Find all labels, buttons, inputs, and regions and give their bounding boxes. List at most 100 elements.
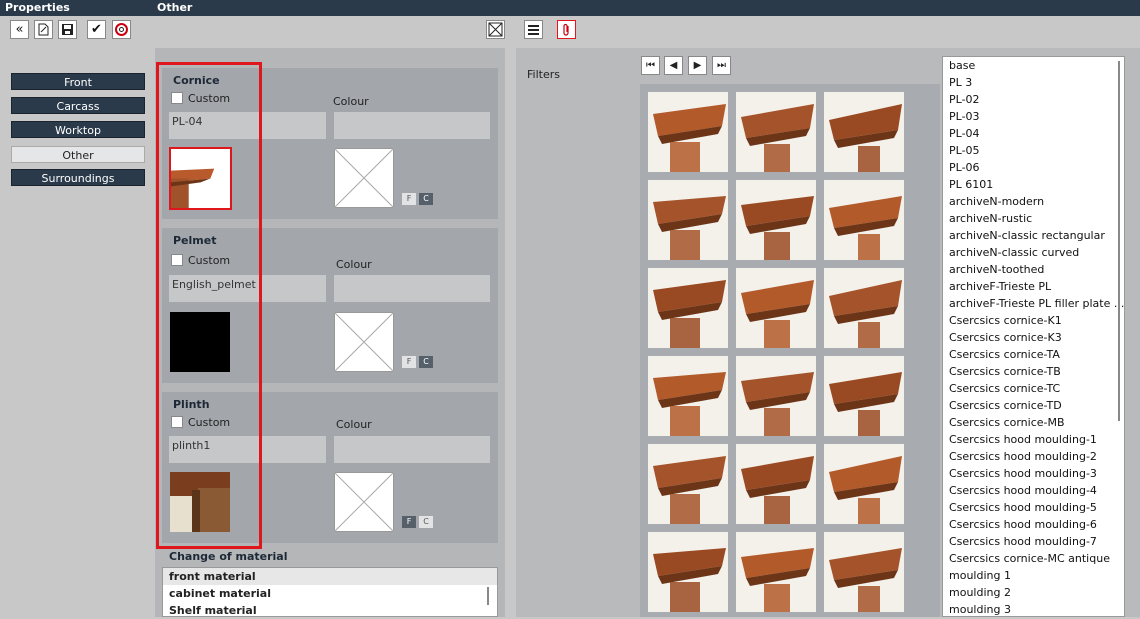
list-item[interactable]: Csercsics hood moulding-2	[943, 448, 1124, 465]
plinth-preview-thumbnail[interactable]	[170, 472, 230, 532]
back-icon[interactable]: «	[10, 20, 29, 39]
list-item[interactable]: archiveN-classic curved	[943, 244, 1124, 261]
gallery-tile[interactable]	[824, 532, 904, 612]
gallery-tile[interactable]	[824, 92, 904, 172]
cornice-colour-thumbnail[interactable]	[334, 148, 394, 208]
gallery-tile[interactable]	[736, 180, 816, 260]
gallery-tile[interactable]	[648, 444, 728, 524]
cornice-colour-field[interactable]	[334, 112, 490, 139]
filters-label: Filters	[527, 68, 560, 81]
cornice-custom-checkbox[interactable]	[171, 92, 183, 104]
edit-icon[interactable]	[34, 20, 53, 39]
pelmet-colour-thumbnail[interactable]	[334, 312, 394, 372]
name-list-scrollbar[interactable]	[1118, 61, 1120, 421]
material-item[interactable]: Shelf material	[163, 602, 497, 619]
nav-front-button[interactable]: Front	[11, 73, 145, 90]
gallery-tile[interactable]	[648, 356, 728, 436]
gallery-tile[interactable]	[736, 532, 816, 612]
nav-other-button[interactable]: Other	[11, 146, 145, 163]
plinth-group: Plinth Custom Colour plinth1 F C	[162, 392, 498, 543]
list-item[interactable]: Csercsics cornice-TA	[943, 346, 1124, 363]
list-item[interactable]: archiveF-Trieste PL filler plate ...	[943, 295, 1124, 312]
list-item[interactable]: PL-03	[943, 108, 1124, 125]
plinth-f-button[interactable]: F	[402, 516, 416, 528]
pelmet-custom-checkbox[interactable]	[171, 254, 183, 266]
list-item[interactable]: Csercsics cornice-MB	[943, 414, 1124, 431]
properties-title: Properties	[5, 1, 70, 14]
list-item[interactable]: Csercsics cornice-K3	[943, 329, 1124, 346]
next-page-icon[interactable]: ▶	[688, 56, 707, 75]
gallery-tile[interactable]	[648, 268, 728, 348]
close-box-icon[interactable]	[486, 20, 505, 39]
gallery-tile[interactable]	[736, 268, 816, 348]
list-item[interactable]: moulding 1	[943, 567, 1124, 584]
plinth-custom-checkbox[interactable]	[171, 416, 183, 428]
cornice-preview-thumbnail[interactable]	[169, 147, 232, 210]
pelmet-f-button[interactable]: F	[402, 356, 416, 368]
list-item[interactable]: Csercsics cornice-K1	[943, 312, 1124, 329]
list-item[interactable]: PL-05	[943, 142, 1124, 159]
list-item[interactable]: PL 6101	[943, 176, 1124, 193]
list-item[interactable]: Csercsics hood moulding-7	[943, 533, 1124, 550]
last-page-icon[interactable]: ⏭	[712, 56, 731, 75]
nav-surroundings-button[interactable]: Surroundings	[11, 169, 145, 186]
list-item[interactable]: Csercsics hood moulding-5	[943, 499, 1124, 516]
check-icon[interactable]: ✔	[87, 20, 106, 39]
nav-worktop-button[interactable]: Worktop	[11, 121, 145, 138]
list-item[interactable]: PL 3	[943, 74, 1124, 91]
help-icon[interactable]	[112, 20, 131, 39]
cornice-name-list: base PL 3 PL-02 PL-03 PL-04 PL-05 PL-06 PL 6101…	[942, 56, 1125, 617]
list-item[interactable]: base	[943, 57, 1124, 74]
list-item[interactable]: PL-02	[943, 91, 1124, 108]
list-item[interactable]: moulding 3	[943, 601, 1124, 616]
first-page-icon[interactable]: ⏮	[641, 56, 660, 75]
list-item[interactable]: archiveN-rustic	[943, 210, 1124, 227]
gallery-tile[interactable]	[648, 532, 728, 612]
list-item[interactable]: Csercsics cornice-TD	[943, 397, 1124, 414]
list-item[interactable]: Csercsics hood moulding-1	[943, 431, 1124, 448]
paperclip-icon[interactable]	[557, 20, 576, 39]
cornice-f-button[interactable]: F	[402, 193, 416, 205]
menu-icon[interactable]	[524, 20, 543, 39]
list-item[interactable]: archiveN-classic rectangular	[943, 227, 1124, 244]
plinth-c-button[interactable]: C	[419, 516, 433, 528]
gallery-tile[interactable]	[824, 268, 904, 348]
gallery-tile[interactable]	[824, 356, 904, 436]
list-item[interactable]: PL-04	[943, 125, 1124, 142]
list-item[interactable]: archiveN-modern	[943, 193, 1124, 210]
pelmet-c-button[interactable]: C	[419, 356, 433, 368]
list-item[interactable]: Csercsics cornice-TB	[943, 363, 1124, 380]
list-item[interactable]: archiveF-Trieste PL	[943, 278, 1124, 295]
cornice-c-button[interactable]: C	[419, 193, 433, 205]
list-item[interactable]: moulding 2	[943, 584, 1124, 601]
list-item[interactable]: archiveN-toothed	[943, 261, 1124, 278]
cornice-title: Cornice	[173, 74, 220, 87]
save-icon[interactable]	[58, 20, 77, 39]
material-item[interactable]: front material	[163, 568, 497, 585]
pelmet-colour-field[interactable]	[334, 275, 490, 302]
pelmet-material-field[interactable]: English_pelmet	[169, 275, 326, 302]
plinth-colour-thumbnail[interactable]	[334, 472, 394, 532]
list-item[interactable]: Csercsics cornice-TC	[943, 380, 1124, 397]
list-item[interactable]: Csercsics hood moulding-4	[943, 482, 1124, 499]
pelmet-preview-thumbnail[interactable]	[170, 312, 230, 372]
cornice-material-field[interactable]: PL-04	[169, 112, 326, 139]
gallery-tile[interactable]	[648, 92, 728, 172]
gallery-tile[interactable]	[824, 180, 904, 260]
list-item[interactable]: Csercsics cornice-MC antique	[943, 550, 1124, 567]
gallery-tile[interactable]	[736, 92, 816, 172]
list-item[interactable]: PL-06	[943, 159, 1124, 176]
list-item[interactable]: Csercsics hood moulding-3	[943, 465, 1124, 482]
material-item[interactable]: cabinet material	[163, 585, 497, 602]
plinth-material-field[interactable]: plinth1	[169, 436, 326, 463]
gallery-tile[interactable]	[736, 444, 816, 524]
plinth-colour-field[interactable]	[334, 436, 490, 463]
gallery-tile[interactable]	[824, 444, 904, 524]
prev-page-icon[interactable]: ◀	[664, 56, 683, 75]
gallery-tile[interactable]	[648, 180, 728, 260]
material-scrollbar[interactable]	[487, 587, 489, 605]
pelmet-custom-label: Custom	[188, 254, 231, 267]
gallery-tile[interactable]	[736, 356, 816, 436]
list-item[interactable]: Csercsics hood moulding-6	[943, 516, 1124, 533]
nav-carcass-button[interactable]: Carcass	[11, 97, 145, 114]
